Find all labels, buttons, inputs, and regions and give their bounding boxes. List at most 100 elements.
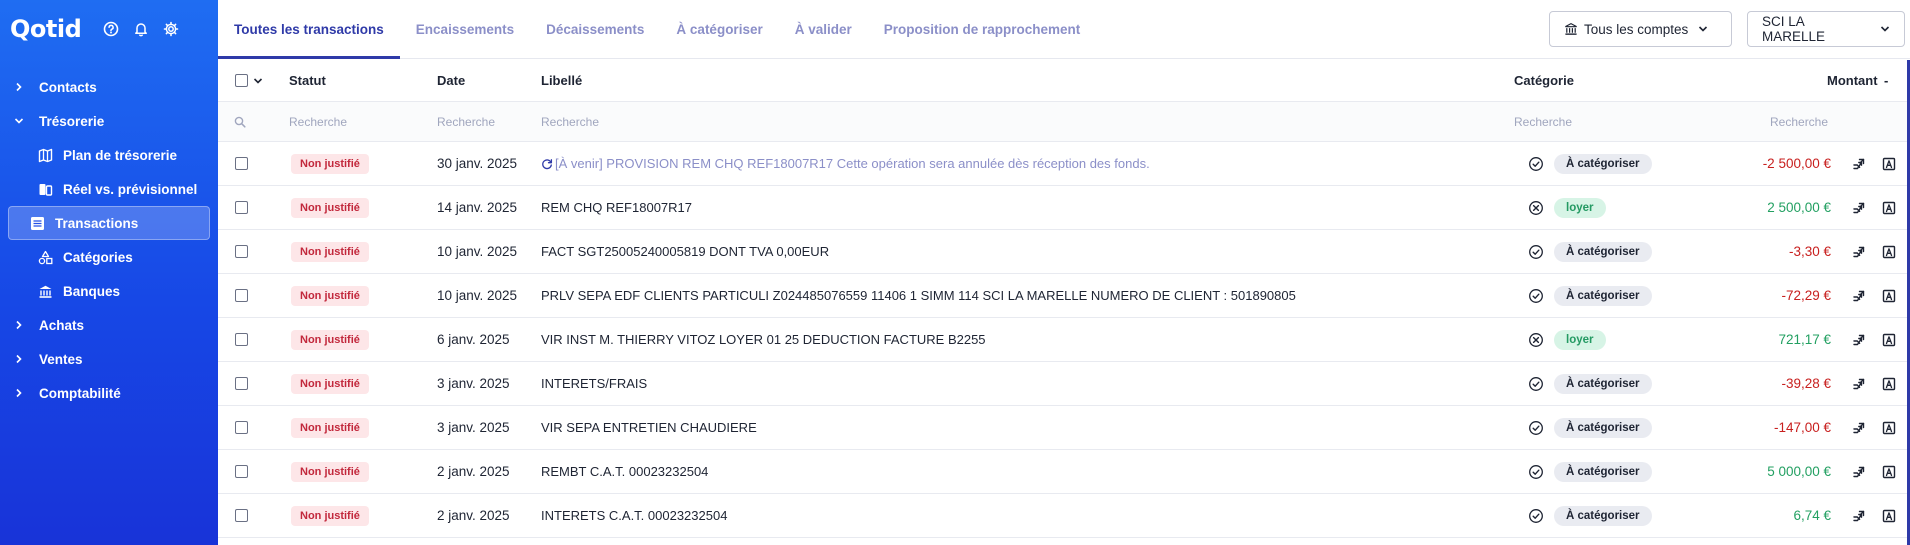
category-chip[interactable]: À catégoriser (1554, 362, 1652, 405)
document-icon[interactable] (1882, 494, 1896, 537)
reconcile-icon[interactable] (1852, 318, 1866, 361)
tab-a-valider[interactable]: À valider (779, 0, 868, 59)
sidebar-item-comptabilite[interactable]: Comptabilité (0, 376, 218, 410)
tab-proposition-de-rapprochement[interactable]: Proposition de rapprochement (868, 0, 1097, 59)
row-label[interactable]: REM CHQ REF18007R17 (541, 186, 692, 229)
circle-x-icon[interactable] (1528, 186, 1544, 229)
category-chip[interactable]: À catégoriser (1554, 274, 1652, 317)
reconcile-icon[interactable] (1852, 494, 1866, 537)
tab-decaissements[interactable]: Décaissements (530, 0, 660, 59)
category-chip[interactable]: À catégoriser (1554, 230, 1652, 273)
reconcile-icon[interactable] (1852, 274, 1866, 317)
table-row[interactable]: Non justifié 2 janv. 2025 INTERETS C.A.T. … (218, 494, 1910, 538)
category-search-input[interactable]: Recherche (1514, 102, 1572, 141)
bell-icon[interactable] (133, 21, 149, 37)
reconcile-icon[interactable] (1852, 230, 1866, 273)
reconcile-icon[interactable] (1852, 362, 1866, 405)
status-badge[interactable]: Non justifié (291, 230, 369, 273)
help-icon[interactable] (103, 21, 119, 37)
amount-search-input[interactable]: Recherche (1770, 102, 1828, 141)
column-header-status[interactable]: Statut (289, 60, 326, 101)
reconcile-icon[interactable] (1852, 406, 1866, 449)
row-checkbox[interactable] (235, 274, 248, 317)
sidebar-item-achats[interactable]: Achats (0, 308, 218, 342)
table-row[interactable]: Non justifié 14 janv. 2025 REM CHQ REF1800… (218, 186, 1910, 230)
status-badge[interactable]: Non justifié (291, 362, 369, 405)
document-icon[interactable] (1882, 230, 1896, 273)
circle-check-icon[interactable] (1528, 450, 1544, 493)
table-row[interactable]: Non justifié 2 janv. 2025 REMBT C.A.T. 000… (218, 450, 1910, 494)
tab-encaissements[interactable]: Encaissements (400, 0, 530, 59)
table-row[interactable]: Non justifié 3 janv. 2025 VIR SEPA ENTRETI… (218, 406, 1910, 450)
document-icon[interactable] (1882, 362, 1896, 405)
row-label[interactable]: VIR INST M. THIERRY VITOZ LOYER 01 25 DE… (541, 318, 986, 361)
row-checkbox[interactable] (235, 318, 248, 361)
row-checkbox[interactable] (235, 406, 248, 449)
row-checkbox[interactable] (235, 450, 248, 493)
document-icon[interactable] (1882, 406, 1896, 449)
document-icon[interactable] (1882, 274, 1896, 317)
sidebar-item-reel-vs-previsionnel[interactable]: Réel vs. prévisionnel (8, 172, 210, 206)
row-label[interactable]: INTERETS C.A.T. 00023232504 (541, 494, 727, 537)
circle-check-icon[interactable] (1528, 142, 1544, 185)
document-icon[interactable] (1882, 186, 1896, 229)
row-checkbox[interactable] (235, 186, 248, 229)
row-checkbox[interactable] (235, 362, 248, 405)
select-all-checkbox[interactable] (235, 60, 248, 101)
chevron-down-icon[interactable] (253, 60, 263, 101)
column-header-amount[interactable]: Montant (1827, 60, 1878, 101)
sidebar-item-transactions[interactable]: Transactions (8, 206, 210, 240)
sidebar-item-categories[interactable]: Catégories (8, 240, 210, 274)
table-row[interactable]: Non justifié 6 janv. 2025 VIR INST M. THIE… (218, 318, 1910, 362)
status-badge[interactable]: Non justifié (291, 318, 369, 361)
row-checkbox[interactable] (235, 230, 248, 273)
company-select[interactable]: SCI LA MARELLE (1747, 11, 1905, 47)
reconcile-icon[interactable] (1852, 186, 1866, 229)
row-label[interactable]: VIR SEPA ENTRETIEN CHAUDIERE (541, 406, 757, 449)
reconcile-icon[interactable] (1852, 142, 1866, 185)
category-chip[interactable]: À catégoriser (1554, 450, 1652, 493)
circle-check-icon[interactable] (1528, 362, 1544, 405)
table-row[interactable]: Non justifié 3 janv. 2025 INTERETS/FRAIS À … (218, 362, 1910, 406)
app-logo[interactable]: Qotid (10, 15, 82, 43)
label-search-input[interactable]: Recherche (541, 102, 599, 141)
row-label[interactable]: [À venir] PROVISION REM CHQ REF18007R17 … (541, 142, 1150, 185)
reconcile-icon[interactable] (1852, 450, 1866, 493)
date-search-input[interactable]: Recherche (437, 102, 495, 141)
circle-x-icon[interactable] (1528, 318, 1544, 361)
accounts-select[interactable]: Tous les comptes (1549, 11, 1732, 47)
document-icon[interactable] (1882, 450, 1896, 493)
table-row[interactable]: Non justifié 10 janv. 2025 PRLV SEPA EDF C… (218, 274, 1910, 318)
sidebar-item-banques[interactable]: Banques (8, 274, 210, 308)
circle-check-icon[interactable] (1528, 494, 1544, 537)
category-chip[interactable]: loyer (1554, 186, 1606, 229)
row-label[interactable]: PRLV SEPA EDF CLIENTS PARTICULI Z0244850… (541, 274, 1296, 317)
category-chip[interactable]: loyer (1554, 318, 1606, 361)
gear-icon[interactable] (163, 21, 179, 37)
tab-a-categoriser[interactable]: À catégoriser (660, 0, 778, 59)
status-badge[interactable]: Non justifié (291, 494, 369, 537)
column-header-label[interactable]: Libellé (541, 60, 582, 101)
table-row[interactable]: Non justifié 30 janv. 2025 [À venir] PROVI… (218, 142, 1910, 186)
status-badge[interactable]: Non justifié (291, 186, 369, 229)
status-badge[interactable]: Non justifié (291, 142, 369, 185)
status-search-input[interactable]: Recherche (289, 102, 347, 141)
sidebar-item-ventes[interactable]: Ventes (0, 342, 218, 376)
circle-check-icon[interactable] (1528, 230, 1544, 273)
row-label[interactable]: FACT SGT25005240005819 DONT TVA 0,00EUR (541, 230, 829, 273)
column-header-category[interactable]: Catégorie (1514, 60, 1574, 101)
status-badge[interactable]: Non justifié (291, 274, 369, 317)
column-menu-toggle[interactable]: - (1884, 60, 1888, 101)
row-label[interactable]: INTERETS/FRAIS (541, 362, 647, 405)
sidebar-item-contacts[interactable]: Contacts (0, 70, 218, 104)
row-checkbox[interactable] (235, 494, 248, 537)
category-chip[interactable]: À catégoriser (1554, 494, 1652, 537)
tab-toutes-les-transactions[interactable]: Toutes les transactions (218, 0, 400, 59)
sidebar-item-plan-de-tresorerie[interactable]: Plan de trésorerie (8, 138, 210, 172)
document-icon[interactable] (1882, 142, 1896, 185)
table-row[interactable]: Non justifié 10 janv. 2025 FACT SGT2500524… (218, 230, 1910, 274)
document-icon[interactable] (1882, 318, 1896, 361)
sidebar-item-tresorerie[interactable]: Trésorerie (0, 104, 218, 138)
category-chip[interactable]: À catégoriser (1554, 406, 1652, 449)
column-header-date[interactable]: Date (437, 60, 465, 101)
